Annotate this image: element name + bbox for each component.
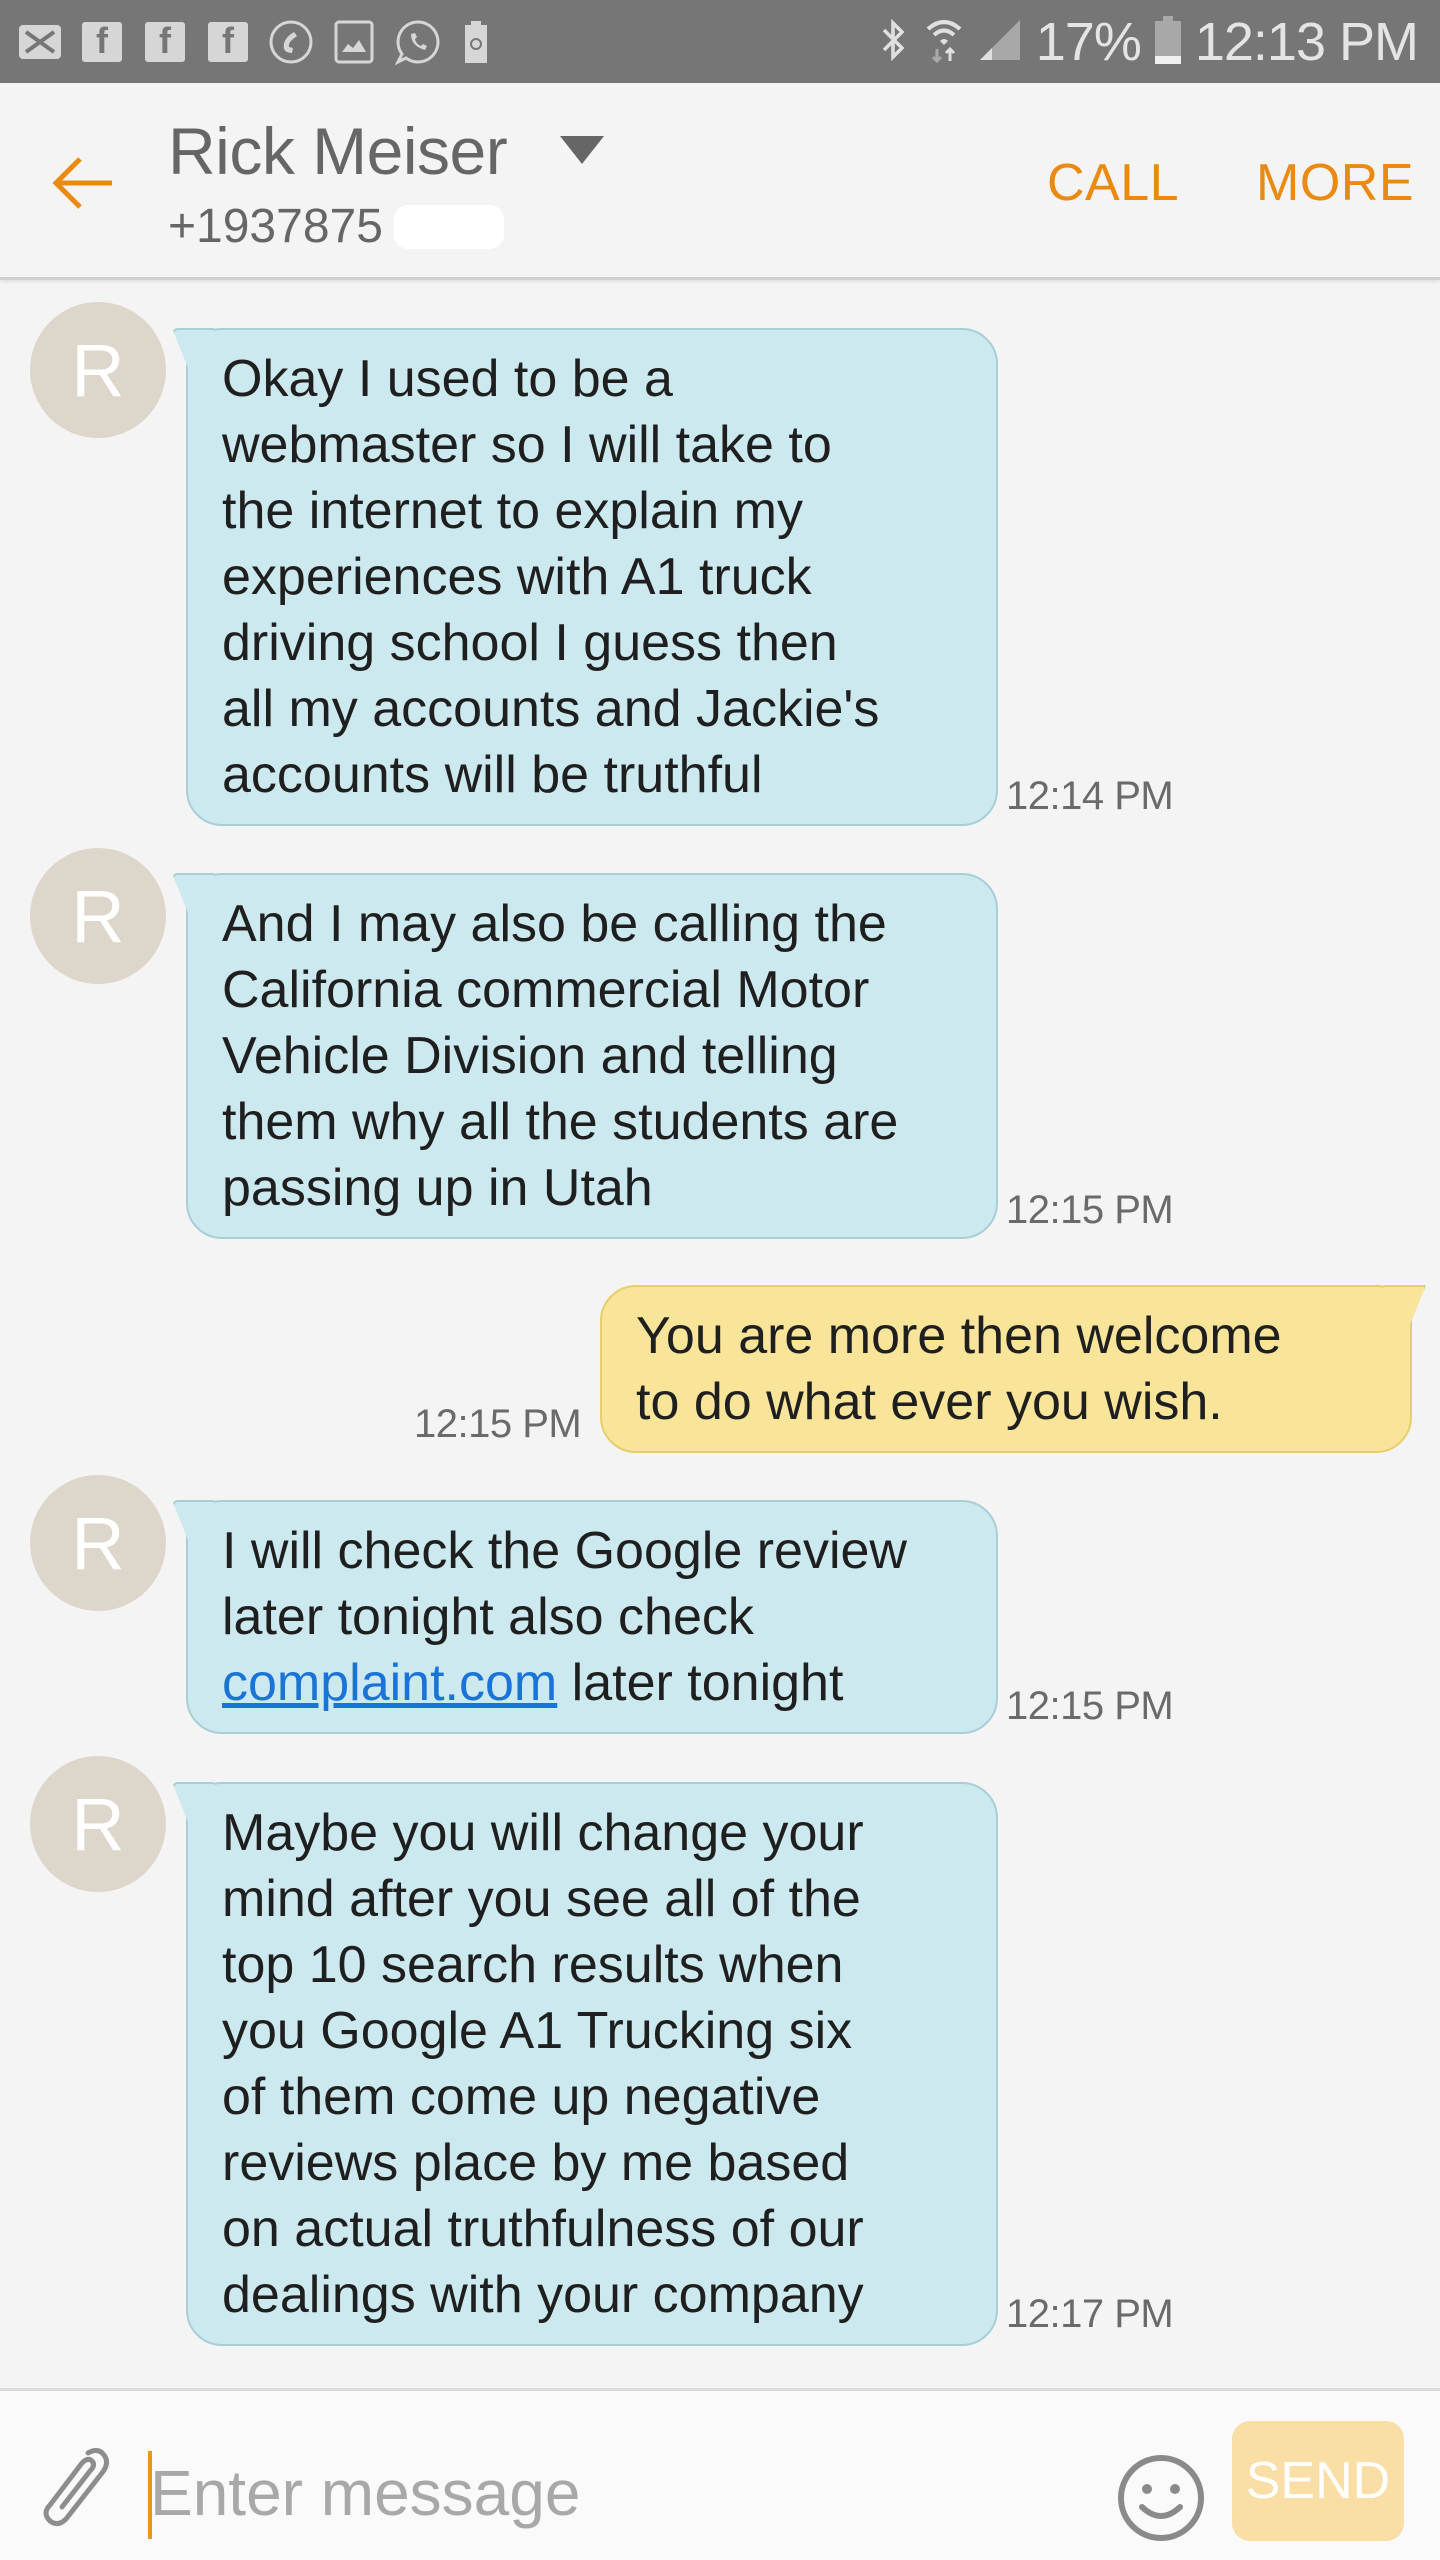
message-text: of them come up negative (222, 2068, 821, 2126)
battery-icon (1154, 15, 1181, 69)
message-timestamp: 12:17 PM (1006, 2292, 1174, 2336)
email-icon (18, 20, 62, 64)
message-timestamp: 12:15 PM (414, 1402, 582, 1446)
facebook-icon: f (208, 20, 248, 64)
message-text: you Google A1 Trucking six (222, 2002, 853, 2060)
clock: 12:13 PM (1194, 12, 1419, 72)
message-text: passing up in Utah (222, 1159, 653, 1217)
attach-button[interactable] (36, 2441, 116, 2531)
message-text: all my accounts and Jackie's (222, 680, 880, 738)
compose-bar: SEND (0, 2388, 1440, 2560)
avatar[interactable]: R (30, 848, 166, 984)
outgoing-message[interactable]: You are more then welcome to do what eve… (600, 1285, 1412, 1453)
call-button[interactable]: CALL (1047, 153, 1179, 213)
message-text: webmaster so I will take to (222, 416, 832, 474)
message-text: California commercial Motor (222, 961, 870, 1019)
battery-saver-icon (464, 20, 488, 64)
message-text: And I may also be calling the (222, 895, 887, 953)
message-text: accounts will be truthful (222, 746, 763, 804)
message-text: to do what ever you wish. (636, 1373, 1223, 1431)
message-text: later tonight (557, 1654, 844, 1712)
signal-icon (978, 18, 1022, 67)
avatar[interactable]: R (30, 302, 166, 438)
send-button[interactable]: SEND (1232, 2421, 1404, 2541)
incoming-message[interactable]: Okay I used to be a webmaster so I will … (186, 328, 998, 826)
contact-dropdown-icon[interactable] (560, 136, 604, 164)
incoming-message[interactable]: And I may also be calling the California… (186, 873, 998, 1239)
message-input[interactable] (150, 2443, 1090, 2543)
message-text: experiences with A1 truck (222, 548, 812, 606)
whatsapp-icon (394, 20, 442, 66)
contact-name[interactable]: Rick Meiser (168, 113, 508, 189)
status-bar: f f f 17% 12:13 PM (0, 0, 1440, 83)
message-text: the internet to explain my (222, 482, 803, 540)
emoji-button[interactable] (1116, 2453, 1206, 2543)
paperclip-icon (43, 2447, 110, 2527)
more-button[interactable]: MORE (1256, 153, 1414, 213)
wifi-icon (924, 15, 964, 70)
battery-percent: 17% (1035, 12, 1142, 72)
message-text: Okay I used to be a (222, 350, 673, 408)
message-text: I will check the Google review (222, 1522, 907, 1580)
complaint-link[interactable]: complaint.com (222, 1654, 557, 1712)
smiley-icon (1118, 2455, 1204, 2541)
message-timestamp: 12:14 PM (1006, 774, 1174, 818)
message-text-with-link: complaint.com later tonight (222, 1650, 972, 1716)
message-text: later tonight also check (222, 1588, 754, 1646)
contact-phone-number: +1937875 (168, 200, 383, 253)
facebook-icon: f (82, 20, 122, 64)
message-text: You are more then welcome (636, 1307, 1282, 1365)
arrow-left-icon (52, 157, 112, 209)
message-text: Maybe you will change your (222, 1804, 864, 1862)
incoming-message[interactable]: I will check the Google review later ton… (186, 1500, 998, 1734)
message-text: dealings with your company (222, 2266, 864, 2324)
message-text: top 10 search results when (222, 1936, 844, 1994)
avatar[interactable]: R (30, 1475, 166, 1611)
message-timestamp: 12:15 PM (1006, 1684, 1174, 1728)
missed-call-icon (268, 20, 314, 64)
message-text: on actual truthfulness of our (222, 2200, 864, 2258)
avatar[interactable]: R (30, 1756, 166, 1892)
conversation-header: Rick Meiser +1937875 CALL MORE (0, 83, 1440, 280)
incoming-message[interactable]: Maybe you will change your mind after yo… (186, 1782, 998, 2346)
message-text: reviews place by me based (222, 2134, 850, 2192)
message-text: Vehicle Division and telling (222, 1027, 838, 1085)
redaction-mark (394, 205, 504, 249)
facebook-icon: f (145, 20, 185, 64)
gallery-icon (334, 20, 374, 64)
bluetooth-icon (876, 18, 910, 67)
message-text: driving school I guess then (222, 614, 838, 672)
back-button[interactable] (46, 145, 122, 221)
message-text: them why all the students are (222, 1093, 899, 1151)
message-text: mind after you see all of the (222, 1870, 861, 1928)
message-timestamp: 12:15 PM (1006, 1188, 1174, 1232)
system-status: 17% 12:13 PM (876, 8, 1419, 76)
